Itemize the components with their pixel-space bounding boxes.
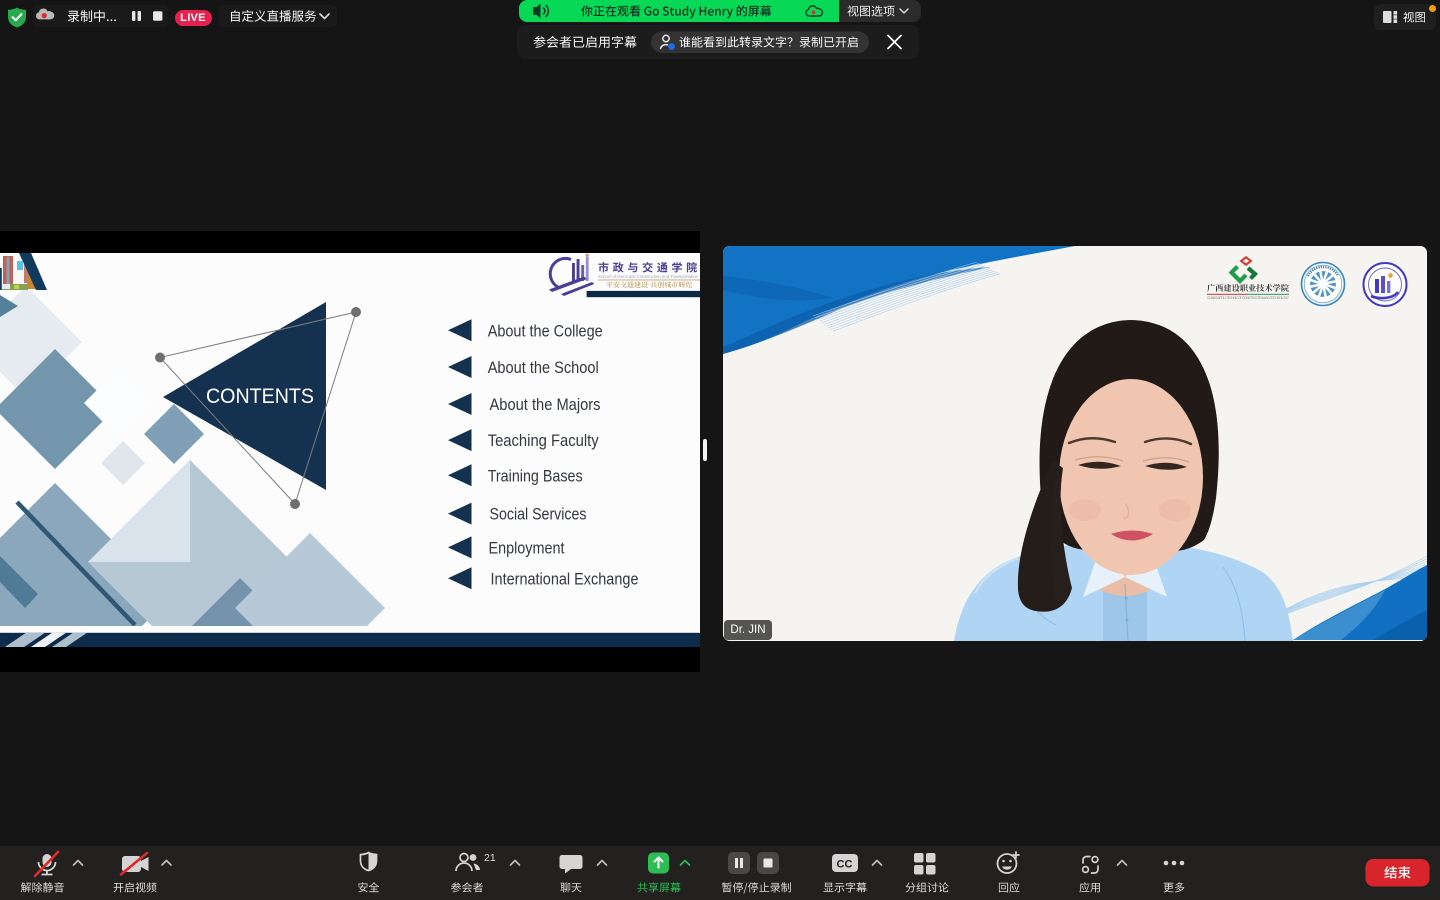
svg-text:Training Bases: Training Bases xyxy=(488,466,583,485)
svg-text:About the College: About the College xyxy=(488,321,603,340)
svg-text:CONTENTS: CONTENTS xyxy=(206,385,314,408)
svg-text:International Exchange: International Exchange xyxy=(491,569,639,588)
svg-text:21: 21 xyxy=(484,852,496,864)
svg-text:Social Services: Social Services xyxy=(490,505,587,524)
svg-text:Teaching Faculty: Teaching Faculty xyxy=(488,431,599,450)
svg-text:GUANGXI POLYTECHNIC OF CONS: GUANGXI POLYTECHNIC OF CONSTRUCTION AND … xyxy=(1207,296,1290,300)
svg-text:CC: CC xyxy=(837,859,853,871)
svg-text:School of Municipal Constructi: School of Municipal Construction and Tra… xyxy=(598,274,698,279)
svg-text:About the School: About the School xyxy=(488,358,599,377)
svg-text:Enployment: Enployment xyxy=(489,538,565,557)
svg-text:About the Majors: About the Majors xyxy=(490,395,601,414)
